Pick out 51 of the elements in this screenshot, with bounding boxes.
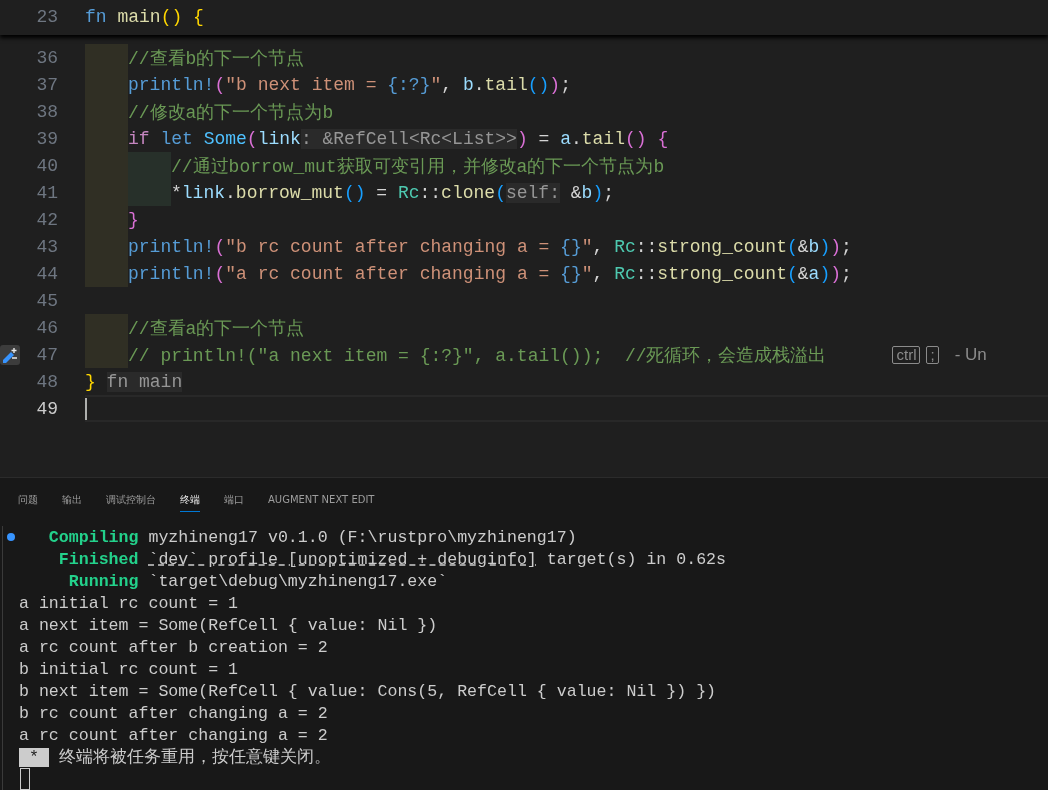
line-number: 38 (35, 101, 58, 122)
code-line: *link.borrow_mut() = Rc::clone(self: &b); (171, 182, 614, 203)
line-number: 42 (35, 209, 58, 230)
line-number: 48 (35, 371, 58, 392)
line-number: 43 (35, 236, 58, 257)
code-line: fn main() { (85, 6, 204, 27)
terminal-line: b initial rc count = 1 (19, 659, 239, 679)
terminal-line: a initial rc count = 1 (19, 593, 239, 613)
code-line: println!("b next item = {:?}", b.tail()); (128, 74, 571, 95)
terminal-line: Running `target\debug\myzhineng17.exe` (67, 571, 448, 591)
keycap: ctrl (892, 345, 921, 364)
terminal-line: Compiling myzhineng17 v0.1.0 (F:\rustpro\myzhineng17) (47, 527, 577, 547)
line-number: 45 (35, 290, 58, 311)
code-line: // println!("a next item = {:?}", a.tail()); //死循环，会造成栈溢出 (128, 344, 827, 367)
code-line: //查看b的下一个节点 (128, 47, 305, 70)
code-line: println!("a rc count after changing a = {}", Rc::strong_count(&a)); (128, 263, 852, 284)
code-line: } (128, 209, 139, 230)
line-number: 49 (35, 398, 58, 419)
panel-tab[interactable]: 端口 (224, 488, 244, 512)
terminal-line: b next item = Some(RefCell { value: Cons(5, RefCell { value: Nil }) }) (19, 681, 717, 701)
code-line: if let Some(link: &RefCell<Rc<List>>) = a.tail() { (128, 128, 669, 149)
keycap: ; (926, 345, 939, 364)
code-line: //查看a的下一个节点 (128, 317, 305, 340)
panel-tab[interactable]: 问题 (18, 488, 38, 512)
line-number: 46 (35, 317, 58, 338)
line-number: 36 (35, 47, 58, 68)
code-line: //修改a的下一个节点为b (128, 101, 334, 124)
panel-tab[interactable]: AUGMENT NEXT EDIT (268, 490, 375, 510)
terminal-line: Finished `dev` profile [unoptimized + debuginfo] target(s) in 0.62s (57, 549, 726, 569)
line-number: 23 (35, 6, 58, 27)
line-number: 37 (35, 74, 58, 95)
panel-tab[interactable]: 调试控制台 (106, 488, 156, 512)
terminal-line: b rc count after changing a = 2 (19, 703, 328, 723)
edit-pen-icon[interactable] (0, 344, 20, 365)
text-cursor (85, 397, 87, 420)
line-number: 39 (35, 128, 58, 149)
terminal-line: * 终端将被任务重用，按任意键关闭。 (19, 746, 331, 768)
line-number: 44 (35, 263, 58, 284)
terminal-line: a rc count after b creation = 2 (19, 637, 328, 657)
line-number: 47 (35, 344, 58, 365)
line-number: 40 (35, 155, 58, 176)
terminal-cursor (20, 768, 30, 790)
line-number: 41 (35, 182, 58, 203)
code-line: //通过borrow_mut获取可变引用，并修改a的下一个节点为b (171, 155, 665, 178)
terminal-line: a next item = Some(RefCell { value: Nil }) (19, 615, 438, 635)
panel-tab[interactable]: 终端 (180, 488, 200, 512)
inline-hint: - Un (954, 344, 987, 365)
terminal-line: a rc count after changing a = 2 (19, 725, 328, 745)
code-line: } fn main (85, 371, 183, 392)
panel-tab[interactable]: 输出 (62, 488, 82, 512)
code-line: println!("b rc count after changing a = {}", Rc::strong_count(&b)); (128, 236, 852, 257)
